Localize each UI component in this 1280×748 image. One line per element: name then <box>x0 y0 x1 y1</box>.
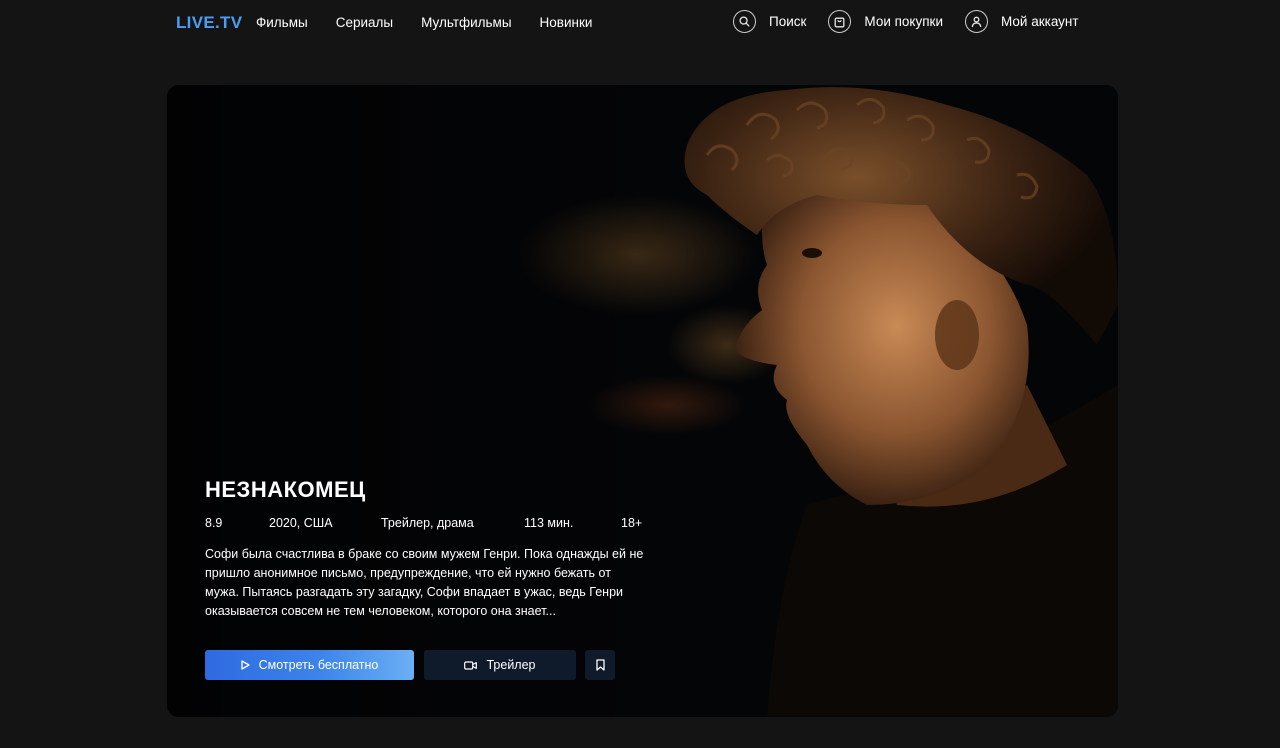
shopping-bag-icon <box>828 10 852 33</box>
nav-item-films[interactable]: Фильмы <box>256 15 308 30</box>
trailer-button[interactable]: Трейлер <box>424 650 576 680</box>
bookmark-icon <box>595 659 605 671</box>
hero-actions: Смотреть бесплатно Трейлер <box>205 650 615 680</box>
movie-age-rating: 18+ <box>621 516 643 530</box>
trailer-label: Трейлер <box>486 658 536 672</box>
user-nav: Поиск Мои покупки Мой аккаунт <box>733 10 1079 33</box>
my-account-button[interactable]: Мой аккаунт <box>965 10 1079 33</box>
play-icon <box>240 660 250 670</box>
hero-banner: НЕЗНАКОМЕЦ 8.9 2020, США Трейлер, драма … <box>167 85 1118 717</box>
search-icon <box>733 10 756 33</box>
hero-gradient-overlay <box>167 85 1118 717</box>
movie-rating: 8.9 <box>205 516 223 530</box>
user-icon <box>965 10 989 33</box>
logo[interactable]: LIVE.TV <box>176 13 242 33</box>
movie-info: НЕЗНАКОМЕЦ 8.9 2020, США Трейлер, драма … <box>205 477 665 621</box>
watch-free-label: Смотреть бесплатно <box>258 658 379 672</box>
watch-free-button[interactable]: Смотреть бесплатно <box>205 650 414 680</box>
top-header: LIVE.TV Фильмы Сериалы Мультфильмы Новин… <box>0 0 1280 46</box>
nav-item-cartoons[interactable]: Мультфильмы <box>421 15 511 30</box>
my-purchases-button[interactable]: Мои покупки <box>828 10 943 33</box>
movie-genre: Трейлер, драма <box>381 516 474 530</box>
movie-year-country: 2020, США <box>269 516 333 530</box>
my-purchases-label: Мои покупки <box>864 14 944 29</box>
main-nav: Фильмы Сериалы Мультфильмы Новинки <box>256 15 620 30</box>
search-label: Поиск <box>769 14 807 29</box>
my-account-label: Мой аккаунт <box>1001 14 1079 29</box>
movie-duration: 113 мин. <box>524 516 574 530</box>
movie-description: Софи была счастлива в браке со своим муж… <box>205 547 644 618</box>
bookmark-button[interactable] <box>585 650 615 680</box>
movie-meta: 8.9 2020, США Трейлер, драма 113 мин. 18… <box>205 516 665 534</box>
video-camera-icon <box>464 660 478 670</box>
nav-item-series[interactable]: Сериалы <box>336 15 393 30</box>
nav-item-new[interactable]: Новинки <box>540 15 593 30</box>
movie-title: НЕЗНАКОМЕЦ <box>205 477 366 502</box>
search-button[interactable]: Поиск <box>733 10 806 33</box>
